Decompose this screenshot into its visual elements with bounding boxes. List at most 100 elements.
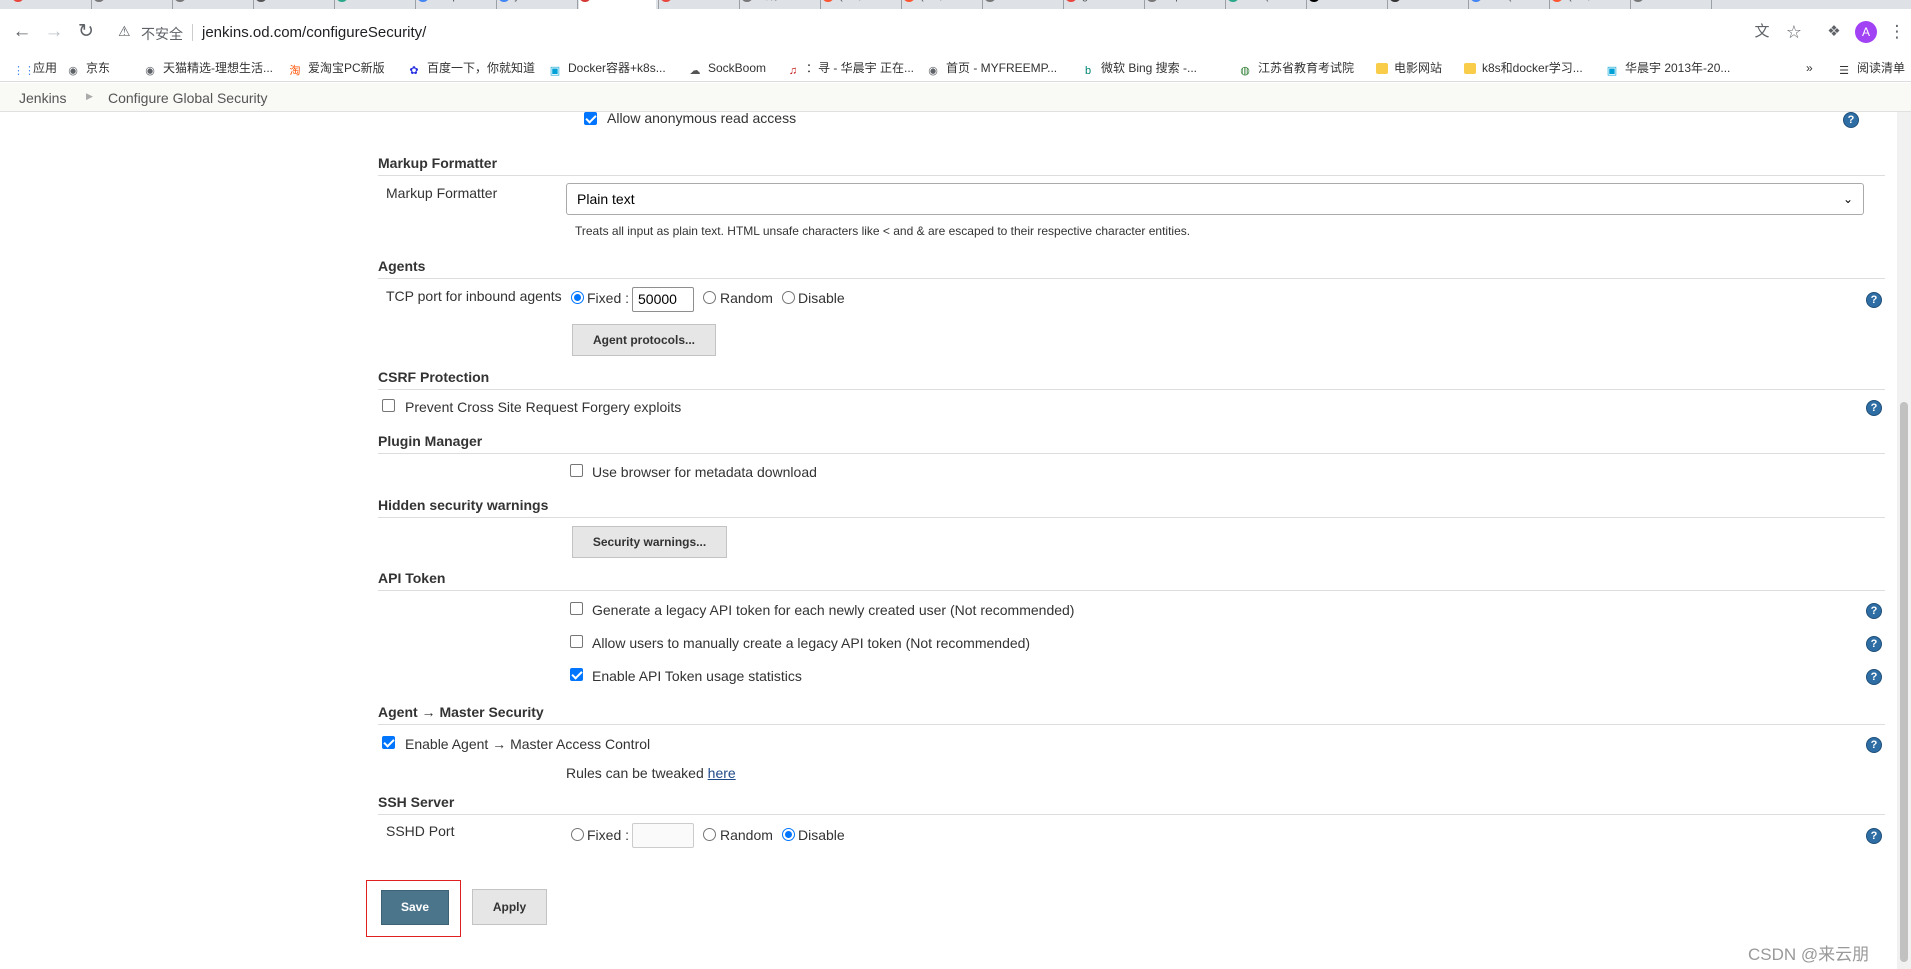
ssh-disable-radio[interactable] xyxy=(782,828,795,841)
browser-tab[interactable]: curl (c xyxy=(1227,0,1304,9)
page-scrollbar[interactable] xyxy=(1897,112,1911,969)
ssh-fixed-radio[interactable] xyxy=(571,828,584,841)
browser-tab[interactable]: jenkin xyxy=(498,0,575,9)
tab-separator xyxy=(982,0,983,9)
bookmark-item[interactable]: ▣ 华晨宇 2013年-20... xyxy=(1605,59,1731,77)
csrf-checkbox[interactable] xyxy=(382,399,395,412)
extensions-icon[interactable]: ❖ xyxy=(1822,20,1846,44)
browser-tab[interactable]: How t xyxy=(1308,0,1385,9)
bookmark-item[interactable]: b 微软 Bing 搜索 -... xyxy=(1081,59,1197,77)
browser-tab[interactable]: (42条 xyxy=(903,0,980,9)
tab-favicon-icon xyxy=(255,0,267,2)
bookmark-item[interactable]: ♫ ：寻 - 华晨宇 正在... xyxy=(786,59,914,77)
scrollbar-thumb[interactable] xyxy=(1900,402,1908,962)
browser-tab[interactable]: Harbo xyxy=(174,0,251,9)
bookmark-item[interactable]: ◉ 天猫精选-理想生活... xyxy=(143,59,273,77)
breadcrumb-configure-security[interactable]: Configure Global Security xyxy=(108,90,268,106)
browser-tab[interactable]: Co xyxy=(579,0,656,9)
browser-tab[interactable]: https: xyxy=(1146,0,1223,9)
bookmark-item[interactable]: ◉ 京东 xyxy=(66,59,110,77)
tab-separator xyxy=(1549,0,1550,9)
reading-list[interactable]: ☰ 阅读清单 xyxy=(1837,59,1905,77)
bookmark-item[interactable]: ☁ SockBoom xyxy=(688,59,767,77)
bookmark-item[interactable]: ◉ 首页 - MYFREEMP... xyxy=(926,59,1057,77)
sshd-port-input[interactable] xyxy=(632,823,694,848)
ssh-disable-label: Disable xyxy=(798,827,845,843)
browser-tab[interactable]: (42条 xyxy=(1551,0,1628,9)
tcp-random-radio[interactable] xyxy=(703,291,716,304)
tab-favicon-icon xyxy=(93,0,105,2)
tcp-fixed-radio[interactable] xyxy=(571,291,584,304)
agent-master-access-checkbox[interactable] xyxy=(382,736,395,749)
help-icon[interactable]: ? xyxy=(1866,292,1882,308)
url-text[interactable]: jenkins.od.com/configureSecurity/ xyxy=(202,24,426,41)
legacy-token-new-user-checkbox[interactable] xyxy=(570,602,583,615)
anonymous-read-checkbox[interactable] xyxy=(584,112,597,125)
bookmark-star-icon[interactable]: ☆ xyxy=(1782,20,1806,44)
browser-tab[interactable]: SSH去 xyxy=(660,0,737,9)
markup-formatter-select[interactable]: Plain text ⌄ xyxy=(566,183,1864,215)
rules-here-link[interactable]: here xyxy=(708,765,736,781)
bookmark-label: 华晨宇 2013年-20... xyxy=(1625,61,1731,75)
metadata-download-checkbox[interactable] xyxy=(570,464,583,477)
apply-button[interactable]: Apply xyxy=(472,889,547,925)
warning-icon[interactable]: ⚠ xyxy=(118,23,131,40)
security-warnings-button[interactable]: Security warnings... xyxy=(572,526,727,558)
folder-icon xyxy=(1376,63,1388,74)
browser-tab[interactable]: (42条 xyxy=(822,0,899,9)
tcp-disable-radio[interactable] xyxy=(782,291,795,304)
back-icon[interactable]: ← xyxy=(10,20,34,44)
agent-protocols-button[interactable]: Agent protocols... xyxy=(572,324,716,356)
profile-avatar[interactable]: A xyxy=(1855,21,1877,43)
breadcrumb-jenkins[interactable]: Jenkins xyxy=(19,90,66,106)
bookmark-item[interactable]: ✿ 百度一下，你就知道 xyxy=(407,59,535,77)
section-csrf: CSRF Protection xyxy=(378,369,490,385)
help-icon[interactable]: ? xyxy=(1866,828,1882,844)
browser-tab[interactable]: Traefik xyxy=(336,0,413,9)
browser-tab[interactable]: Harbo xyxy=(255,0,332,9)
browser-tab[interactable]: Warni xyxy=(1389,0,1466,9)
tab-favicon-icon xyxy=(1146,0,1158,2)
browser-tab[interactable]: index xyxy=(93,0,170,9)
tab-favicon-icon xyxy=(1470,0,1482,2)
folder-icon xyxy=(1464,63,1476,74)
help-icon[interactable]: ? xyxy=(1866,603,1882,619)
reload-icon[interactable]: ↻ xyxy=(74,20,98,44)
bookmark-item[interactable]: ⋮⋮应用 xyxy=(13,59,57,77)
more-bookmarks-icon[interactable]: » xyxy=(1806,59,1813,77)
help-icon[interactable]: ? xyxy=(1866,669,1882,685)
bookmark-label: 首页 - MYFREEMP... xyxy=(946,61,1058,75)
bookmark-item[interactable]: 淘爱淘宝PC新版 xyxy=(288,59,385,77)
help-icon[interactable]: ? xyxy=(1866,400,1882,416)
address-bar[interactable]: ⚠ 不安全 jenkins.od.com/configureSecurity/ xyxy=(110,19,1800,46)
divider xyxy=(378,453,1885,454)
help-icon[interactable]: ? xyxy=(1866,636,1882,652)
browser-tab[interactable]: get-do xyxy=(1065,0,1142,9)
config-form: Allow anonymous read access ? Markup For… xyxy=(0,110,1911,969)
chevron-down-icon: ⌄ xyxy=(1842,192,1853,206)
forward-icon[interactable]: → xyxy=(42,20,66,44)
tab-separator xyxy=(1306,0,1307,9)
legacy-token-manual-checkbox[interactable] xyxy=(570,635,583,648)
bookmark-item[interactable]: k8s和docker学习... xyxy=(1464,59,1583,77)
token-usage-stats-checkbox[interactable] xyxy=(570,668,583,681)
browser-tab[interactable]: curl (c xyxy=(1470,0,1547,9)
help-icon[interactable]: ? xyxy=(1843,112,1859,128)
menu-icon[interactable]: ⋮ xyxy=(1885,20,1909,44)
browser-tab[interactable]: Harbo xyxy=(984,0,1061,9)
bookmark-item[interactable]: ◍ 江苏省教育考试院 xyxy=(1238,59,1354,77)
help-icon[interactable]: ? xyxy=(1866,737,1882,753)
tab-separator xyxy=(1063,0,1064,9)
ssh-random-radio[interactable] xyxy=(703,828,716,841)
browser-tab[interactable]: 新标签 xyxy=(741,0,818,9)
save-button[interactable]: Save xyxy=(381,890,449,925)
translate-icon[interactable]: 文 xyxy=(1750,20,1774,44)
browser-tab[interactable]: Java S xyxy=(12,0,89,9)
tcp-port-input[interactable]: 50000 xyxy=(632,287,694,312)
bookmark-item[interactable]: ▣ Docker容器+k8s... xyxy=(548,59,666,77)
browser-tab[interactable]: heaps xyxy=(417,0,494,9)
bookmark-item[interactable]: 电影网站 xyxy=(1376,59,1442,77)
csrf-label: Prevent Cross Site Request Forgery explo… xyxy=(405,399,682,415)
insecure-label[interactable]: 不安全 xyxy=(141,24,183,44)
browser-tab[interactable]: Harbo xyxy=(1632,0,1709,9)
